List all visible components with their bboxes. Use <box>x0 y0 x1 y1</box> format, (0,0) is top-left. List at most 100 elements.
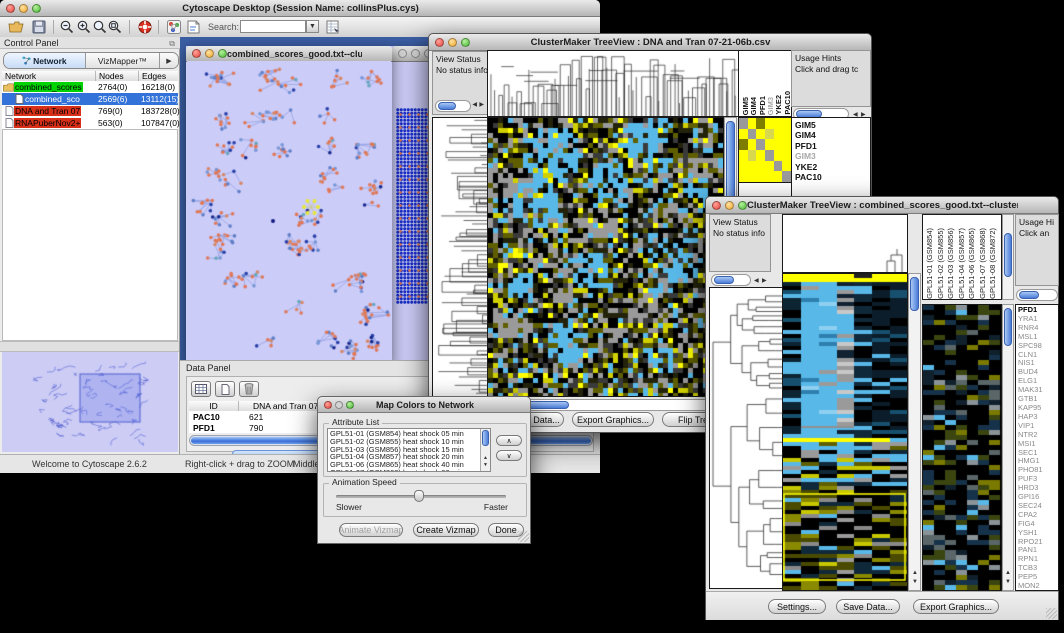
zoom-cell[interactable] <box>782 129 791 140</box>
attribute-select-button[interactable] <box>191 381 211 397</box>
close-icon[interactable] <box>435 38 444 47</box>
zoom-window-icon[interactable] <box>738 201 747 210</box>
zoom-cell[interactable] <box>748 150 757 161</box>
column-dendrogram-canvas[interactable] <box>488 51 738 116</box>
global-heatmap-pane[interactable] <box>782 273 908 591</box>
export-graphics-button[interactable]: Export Graphics... <box>913 599 999 614</box>
horizontal-scrollbar[interactable] <box>711 274 751 286</box>
scroll-down-icon[interactable]: ▼ <box>1005 577 1011 587</box>
gene-label[interactable]: MON2 <box>1018 582 1058 591</box>
zoom-heatmap-pane[interactable] <box>738 117 792 183</box>
zoom-cell[interactable] <box>739 161 748 172</box>
zoom-cell[interactable] <box>748 139 757 150</box>
import-table-icon[interactable] <box>325 19 341 35</box>
zoom-window-icon[interactable] <box>32 4 41 13</box>
scrollbar-thumb[interactable] <box>1004 308 1012 346</box>
save-icon[interactable] <box>31 19 47 35</box>
zoom-heatmap-canvas[interactable] <box>923 305 1001 590</box>
minimize-icon[interactable] <box>205 49 214 58</box>
delete-attribute-button[interactable] <box>239 381 259 397</box>
zoom-cell[interactable] <box>774 139 783 150</box>
scrollbar-thumb[interactable] <box>910 277 919 311</box>
col-network[interactable]: Network <box>2 71 96 81</box>
network-row[interactable]: combined_scores 2764(0) 16218(0) <box>2 81 178 93</box>
minimize-icon[interactable] <box>19 4 28 13</box>
column-label[interactable]: GPL51-02 (GSM855) <box>936 228 947 299</box>
zoom-cell[interactable] <box>748 129 757 140</box>
tab-network[interactable]: Network <box>4 53 86 68</box>
column-label[interactable]: GPL51-07 (GSM868) <box>978 228 989 299</box>
search-input[interactable] <box>240 20 306 33</box>
scroll-right-icon[interactable]: ▶ <box>762 276 767 286</box>
dense-network-grid[interactable] <box>396 108 430 304</box>
gene-label[interactable]: PAC10 <box>795 172 870 182</box>
zoom-cell[interactable] <box>756 171 765 182</box>
vertical-scrollbar[interactable]: ▲ ▼ <box>1002 304 1014 591</box>
column-label[interactable]: YKE2 <box>774 95 782 115</box>
close-icon[interactable] <box>192 49 201 58</box>
create-vizmap-button[interactable]: Create Vizmap <box>413 523 479 537</box>
column-label[interactable]: GPL51-06 (GSM865) <box>967 228 978 299</box>
zoom-cell[interactable] <box>739 139 748 150</box>
network-view-titlebar[interactable]: combined_scores_good.txt--cluste... <box>186 46 392 62</box>
attribute-item[interactable]: GPL51-07 (GSM868) heat shock 60 min <box>330 469 490 472</box>
network-row[interactable]: DNA and Tran 07 769(0) 183728(0) <box>2 105 178 117</box>
zoom-cell[interactable] <box>765 161 774 172</box>
move-up-button[interactable]: ∧ <box>496 435 522 446</box>
horizontal-scrollbar[interactable] <box>435 100 471 112</box>
zoom-cell[interactable] <box>748 171 757 182</box>
zoom-out-icon[interactable] <box>59 19 75 35</box>
close-icon[interactable] <box>398 49 407 58</box>
settings-button[interactable]: Settings... <box>768 599 826 614</box>
column-dendrogram-canvas[interactable] <box>783 215 907 272</box>
gene-label[interactable]: PFD1 <box>795 141 870 151</box>
cytoscape-titlebar[interactable]: Cytoscape Desktop (Session Name: collins… <box>0 0 600 17</box>
zoom-cell[interactable] <box>774 118 783 129</box>
heatmap-canvas[interactable] <box>783 274 907 590</box>
column-label[interactable]: PFD1 <box>758 96 766 115</box>
tab-vizmapper[interactable]: VizMapper™ <box>86 53 160 68</box>
gene-label[interactable]: GIM4 <box>795 130 870 140</box>
zoom-cell[interactable] <box>765 150 774 161</box>
zoom-cell[interactable] <box>748 161 757 172</box>
scrollbar-thumb[interactable] <box>714 276 734 284</box>
global-heatmap-pane[interactable] <box>487 117 724 397</box>
tab-overflow-button[interactable]: ▶ <box>160 53 178 68</box>
scrollbar-thumb[interactable] <box>1019 291 1039 299</box>
open-file-icon[interactable] <box>8 19 24 35</box>
zoom-cell[interactable] <box>765 171 774 182</box>
zoom-window-icon[interactable] <box>461 38 470 47</box>
zoom-in-icon[interactable] <box>76 19 92 35</box>
dialog-titlebar[interactable]: Map Colors to Network <box>318 397 530 413</box>
scroll-left-icon[interactable]: ◀ <box>754 276 759 286</box>
scrollbar-thumb[interactable] <box>525 401 569 409</box>
vizmapper-icon[interactable] <box>166 19 182 35</box>
col-id[interactable]: ID <box>189 401 239 411</box>
minimize-icon[interactable] <box>448 38 457 47</box>
heatmap-canvas[interactable] <box>488 118 723 396</box>
column-label[interactable]: GIM4 <box>749 97 757 115</box>
column-dendrogram-pane[interactable] <box>782 214 908 273</box>
slider-thumb[interactable] <box>414 490 424 502</box>
vertical-scrollbar[interactable]: ▲ ▼ <box>908 273 921 591</box>
minimize-icon[interactable] <box>411 49 420 58</box>
column-label[interactable]: GPL51-08 (GSM872) <box>988 228 999 299</box>
zoom-cell[interactable] <box>739 171 748 182</box>
zoom-cell[interactable] <box>756 139 765 150</box>
scroll-down-icon[interactable]: ▼ <box>483 460 488 470</box>
scroll-right-icon[interactable]: ▶ <box>479 100 484 110</box>
save-data-button[interactable]: Save Data... <box>836 599 900 614</box>
zoom-cell[interactable] <box>782 118 791 129</box>
zoom-cell[interactable] <box>782 139 791 150</box>
export-graphics-button[interactable]: Export Graphics... <box>572 412 654 427</box>
zoom-selected-icon[interactable] <box>92 19 108 35</box>
zoom-cell[interactable] <box>765 129 774 140</box>
row-dendrogram-pane[interactable] <box>432 117 488 397</box>
column-label[interactable]: GPL51-03 (GSM856) <box>946 228 957 299</box>
network-list-area[interactable] <box>2 129 178 341</box>
resize-grip[interactable] <box>1046 608 1057 619</box>
create-attribute-button[interactable] <box>215 381 235 397</box>
zoom-cell[interactable] <box>739 150 748 161</box>
close-icon[interactable] <box>324 401 332 409</box>
help-lifering-icon[interactable] <box>137 19 153 35</box>
